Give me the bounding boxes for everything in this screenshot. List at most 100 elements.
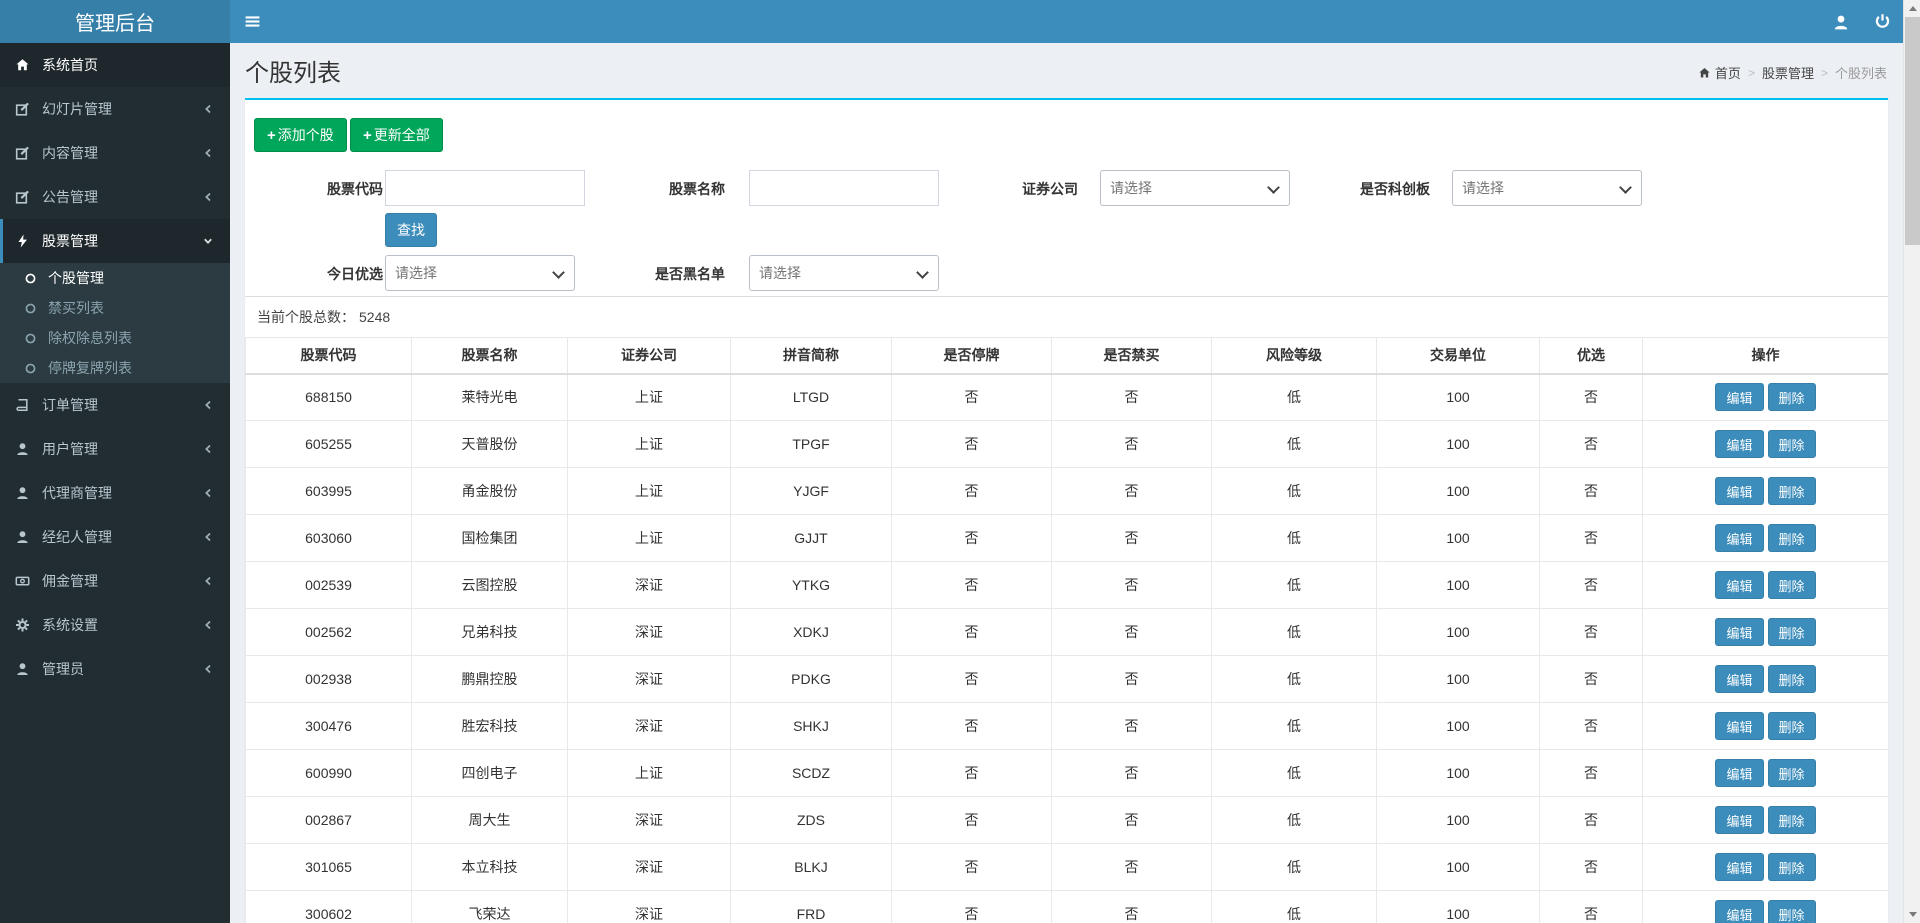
cell-code: 605255	[245, 420, 412, 468]
update-all-button[interactable]: + 更新全部	[350, 118, 443, 152]
sidebar-item-7[interactable]: 代理商管理	[0, 471, 230, 515]
delete-button[interactable]: 删除	[1767, 806, 1816, 834]
cell-suspended: 否	[891, 420, 1052, 468]
stock-code-input[interactable]	[385, 170, 585, 206]
edit-button[interactable]: 编辑	[1715, 383, 1764, 412]
sidebar-subitem-2[interactable]: 除权除息列表	[0, 323, 230, 353]
sidebar-item-11[interactable]: 管理员	[0, 647, 230, 691]
breadcrumb-item-1[interactable]: 股票管理	[1762, 63, 1814, 82]
cell-pinyin: SHKJ	[730, 702, 892, 750]
delete-button[interactable]: 删除	[1767, 383, 1816, 412]
vertical-scrollbar[interactable]	[1903, 0, 1920, 923]
delete-button[interactable]: 删除	[1767, 430, 1816, 458]
sidebar-item-3[interactable]: 公告管理	[0, 175, 230, 219]
column-header: 股票代码	[245, 337, 412, 375]
column-header: 操作	[1642, 337, 1888, 375]
add-stock-label: 添加个股	[277, 127, 334, 143]
chevron-left-icon	[201, 618, 215, 632]
edit-button[interactable]: 编辑	[1715, 853, 1764, 881]
brand-logo[interactable]: 管理后台	[0, 0, 230, 43]
logout-button[interactable]	[1864, 0, 1900, 43]
edit-button[interactable]: 编辑	[1715, 900, 1764, 923]
sidebar-subitem-0[interactable]: 个股管理	[0, 263, 230, 293]
chevron-left-icon	[201, 398, 215, 412]
cell-name: 云图控股	[411, 561, 568, 609]
cell-code: 301065	[245, 843, 412, 891]
sidebar-item-1[interactable]: 幻灯片管理	[0, 87, 230, 131]
cell-code: 002867	[245, 796, 412, 844]
cell-code: 688150	[245, 373, 412, 421]
delete-button[interactable]: 删除	[1767, 571, 1816, 599]
plus-icon: +	[363, 126, 372, 144]
user-icon	[15, 486, 33, 501]
breadcrumb-label: 首页	[1714, 66, 1741, 81]
edit-button[interactable]: 编辑	[1715, 430, 1764, 458]
cell-banned: 否	[1051, 796, 1212, 844]
delete-button[interactable]: 删除	[1767, 759, 1816, 787]
breadcrumb-item-0[interactable]: 首页	[1698, 63, 1741, 82]
cell-banned: 否	[1051, 420, 1212, 468]
cell-name: 莱特光电	[411, 373, 568, 421]
edit-button[interactable]: 编辑	[1715, 477, 1764, 505]
sidebar-subitem-label: 个股管理	[48, 270, 104, 286]
delete-button[interactable]: 删除	[1767, 618, 1816, 646]
cell-actions: 编辑 删除	[1642, 467, 1888, 515]
cell-code: 002562	[245, 608, 412, 656]
chevron-left-icon	[201, 574, 215, 588]
edit-button[interactable]: 编辑	[1715, 524, 1764, 552]
total-count-label: 当前个股总数：	[257, 309, 355, 325]
cell-company: 深证	[567, 796, 731, 844]
cell-preferred: 否	[1539, 608, 1643, 656]
delete-button[interactable]: 删除	[1767, 665, 1816, 693]
sidebar-item-0[interactable]: 系统首页	[0, 43, 230, 87]
edit-button[interactable]: 编辑	[1715, 759, 1764, 787]
cell-company: 深证	[567, 655, 731, 703]
cell-company: 深证	[567, 702, 731, 750]
scrollbar-thumb[interactable]	[1905, 17, 1920, 245]
cell-company: 深证	[567, 843, 731, 891]
sidebar-item-8[interactable]: 经纪人管理	[0, 515, 230, 559]
delete-button[interactable]: 删除	[1767, 477, 1816, 505]
cell-pinyin: YTKG	[730, 561, 892, 609]
cell-unit: 100	[1376, 796, 1540, 844]
cell-company: 上证	[567, 467, 731, 515]
edit-button[interactable]: 编辑	[1715, 665, 1764, 693]
sidebar-item-4[interactable]: 股票管理	[0, 219, 230, 263]
star-board-select[interactable]: 请选择	[1452, 170, 1642, 206]
cell-company: 深证	[567, 561, 731, 609]
delete-button[interactable]: 删除	[1767, 712, 1816, 740]
sidebar-item-label: 管理员	[42, 661, 84, 677]
stock-name-input[interactable]	[749, 170, 939, 206]
edit-button[interactable]: 编辑	[1715, 806, 1764, 834]
scroll-down-arrow[interactable]	[1904, 906, 1920, 923]
sidebar-toggle-button[interactable]	[230, 0, 276, 43]
sidebar-item-label: 系统首页	[42, 57, 98, 73]
home-icon	[1698, 67, 1711, 79]
cell-preferred: 否	[1539, 514, 1643, 562]
edit-button[interactable]: 编辑	[1715, 618, 1764, 646]
sidebar-subitem-1[interactable]: 禁买列表	[0, 293, 230, 323]
delete-button[interactable]: 删除	[1767, 853, 1816, 881]
scroll-up-arrow[interactable]	[1904, 0, 1920, 17]
cell-suspended: 否	[891, 749, 1052, 797]
delete-button[interactable]: 删除	[1767, 524, 1816, 552]
blacklist-select[interactable]: 请选择	[749, 255, 939, 291]
delete-button[interactable]: 删除	[1767, 900, 1816, 923]
sidebar-item-10[interactable]: 系统设置	[0, 603, 230, 647]
sidebar-item-9[interactable]: 佣金管理	[0, 559, 230, 603]
cell-risk: 低	[1211, 561, 1377, 609]
edit-button[interactable]: 编辑	[1715, 712, 1764, 740]
search-button[interactable]: 查找	[385, 213, 437, 247]
edit-button[interactable]: 编辑	[1715, 571, 1764, 599]
sidebar-submenu: 个股管理禁买列表 除权除息列表 停牌复牌列表	[0, 263, 230, 383]
sidebar-subitem-3[interactable]: 停牌复牌列表	[0, 353, 230, 383]
user-menu-button[interactable]	[1823, 0, 1859, 43]
sidebar-item-2[interactable]: 内容管理	[0, 131, 230, 175]
cell-company: 上证	[567, 420, 731, 468]
column-header: 是否停牌	[891, 337, 1052, 375]
add-stock-button[interactable]: + 添加个股	[254, 118, 347, 152]
sidebar-item-5[interactable]: 订单管理	[0, 383, 230, 427]
sidebar-item-6[interactable]: 用户管理	[0, 427, 230, 471]
sidebar-item-label: 代理商管理	[42, 485, 112, 501]
today-preferred-select[interactable]: 请选择	[385, 255, 575, 291]
